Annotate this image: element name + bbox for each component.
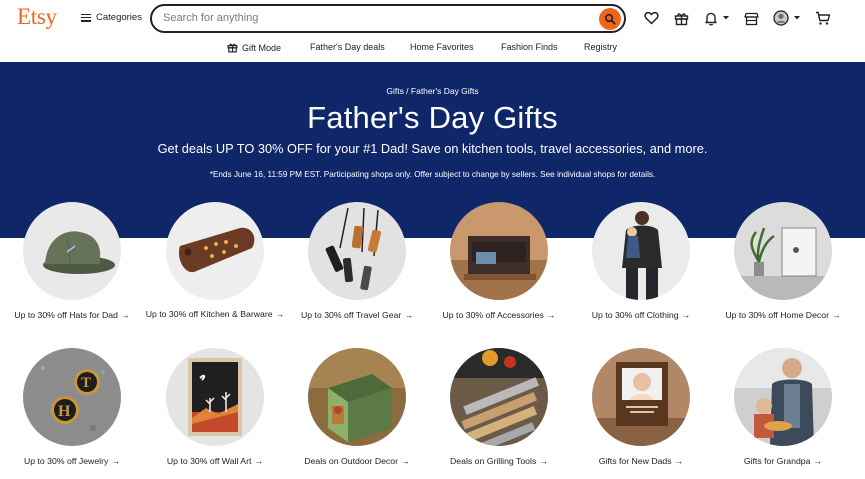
notifications-button[interactable]: [704, 10, 730, 26]
category-image-jewelry: T H: [23, 348, 121, 446]
category-label: Up to 30% off Accessories →: [442, 310, 556, 320]
nav-registry[interactable]: Registry: [584, 42, 617, 52]
cart-icon: [816, 11, 831, 25]
shop-icon: [744, 12, 759, 25]
search-button[interactable]: [599, 8, 621, 30]
user-avatar-icon: [773, 10, 789, 26]
category-image-wall-art: [166, 348, 264, 446]
categories-label: Categories: [96, 12, 142, 23]
category-image-kitchen: [166, 202, 264, 300]
category-label: Up to 30% off Jewelry →: [23, 456, 121, 466]
arrow-right-icon: →: [111, 456, 121, 466]
account-button[interactable]: [773, 10, 801, 26]
category-label: Up to 30% off Travel Gear →: [301, 310, 413, 320]
svg-text:H: H: [58, 403, 71, 420]
category-label: Up to 30% off Clothing →: [591, 310, 691, 320]
nav-home-favorites-label: Home Favorites: [410, 42, 474, 52]
search-input[interactable]: [163, 12, 583, 24]
category-label: Up to 30% off Hats for Dad →: [14, 310, 130, 320]
arrow-right-icon: →: [120, 310, 130, 320]
category-label: Up to 30% off Kitchen & Barware →: [145, 309, 285, 319]
arrow-right-icon: →: [674, 456, 684, 466]
arrow-right-icon: →: [813, 456, 823, 466]
chevron-down-icon: [794, 16, 800, 20]
gift-icon: [227, 43, 238, 53]
category-image-clothing: [592, 202, 690, 300]
hero-banner: Gifts / Father's Day Gifts Father's Day …: [0, 62, 865, 238]
chevron-down-icon: [723, 16, 729, 20]
arrow-right-icon: →: [681, 310, 691, 320]
favorites-button[interactable]: [644, 10, 659, 26]
arrow-right-icon: →: [831, 310, 841, 320]
menu-icon: [81, 13, 91, 22]
category-image-hats: [23, 202, 121, 300]
search-icon: [604, 13, 616, 25]
banner-fine-print: *Ends June 16, 11:59 PM EST. Participati…: [209, 170, 656, 179]
shop-manager-button[interactable]: [744, 10, 759, 26]
arrow-right-icon: →: [539, 456, 548, 466]
category-label: Gifts for Grandpa →: [743, 456, 823, 466]
nav-fathers-day-deals-label: Father's Day deals: [310, 42, 385, 52]
category-image-home-decor: [734, 202, 832, 300]
categories-button[interactable]: Categories: [81, 12, 142, 23]
category-label: Gifts for New Dads →: [598, 456, 684, 466]
category-label: Up to 30% off Wall Art →: [166, 456, 264, 466]
category-label: Deals on Outdoor Decor →: [304, 456, 410, 466]
header: Etsy Categories: [0, 0, 865, 38]
gift-button[interactable]: [674, 10, 689, 26]
gift-icon: [674, 12, 689, 25]
etsy-logo[interactable]: Etsy: [17, 4, 57, 30]
category-image-accessories: [450, 202, 548, 300]
page-title: Father's Day Gifts: [307, 100, 558, 135]
category-label: Deals on Grilling Tools →: [450, 456, 548, 466]
heart-icon: [644, 11, 659, 25]
nav-home-favorites[interactable]: Home Favorites: [410, 42, 474, 52]
banner-subtitle: Get deals UP TO 30% OFF for your #1 Dad!…: [157, 141, 708, 156]
breadcrumb[interactable]: Gifts / Father's Day Gifts: [0, 86, 865, 96]
cart-button[interactable]: [815, 10, 831, 26]
svg-text:T: T: [81, 375, 91, 391]
nav-registry-label: Registry: [584, 42, 618, 52]
category-image-travel: [308, 202, 406, 300]
arrow-right-icon: →: [546, 310, 556, 320]
nav-fashion-finds-label: Fashion Finds: [501, 42, 558, 52]
category-image-new-dads: [592, 348, 690, 446]
nav-fashion-finds[interactable]: Fashion Finds: [501, 42, 558, 52]
secondary-nav: Gift Mode Father's Day deals Home Favori…: [0, 42, 865, 56]
nav-fathers-day-deals[interactable]: Father's Day deals: [310, 42, 385, 52]
arrow-right-icon: →: [254, 456, 264, 466]
category-label: Up to 30% off Home Decor →: [725, 310, 841, 320]
category-image-grandpa: [734, 348, 832, 446]
category-image-outdoor-decor: [308, 348, 406, 446]
nav-gift-mode[interactable]: Gift Mode: [227, 42, 281, 53]
nav-gift-mode-label: Gift Mode: [242, 42, 282, 53]
category-image-grilling-tools: [450, 348, 548, 446]
arrow-right-icon: →: [404, 310, 413, 320]
arrow-right-icon: →: [401, 456, 410, 466]
bell-icon: [705, 12, 717, 26]
search-bar: [150, 4, 626, 33]
arrow-right-icon: →: [275, 309, 285, 319]
